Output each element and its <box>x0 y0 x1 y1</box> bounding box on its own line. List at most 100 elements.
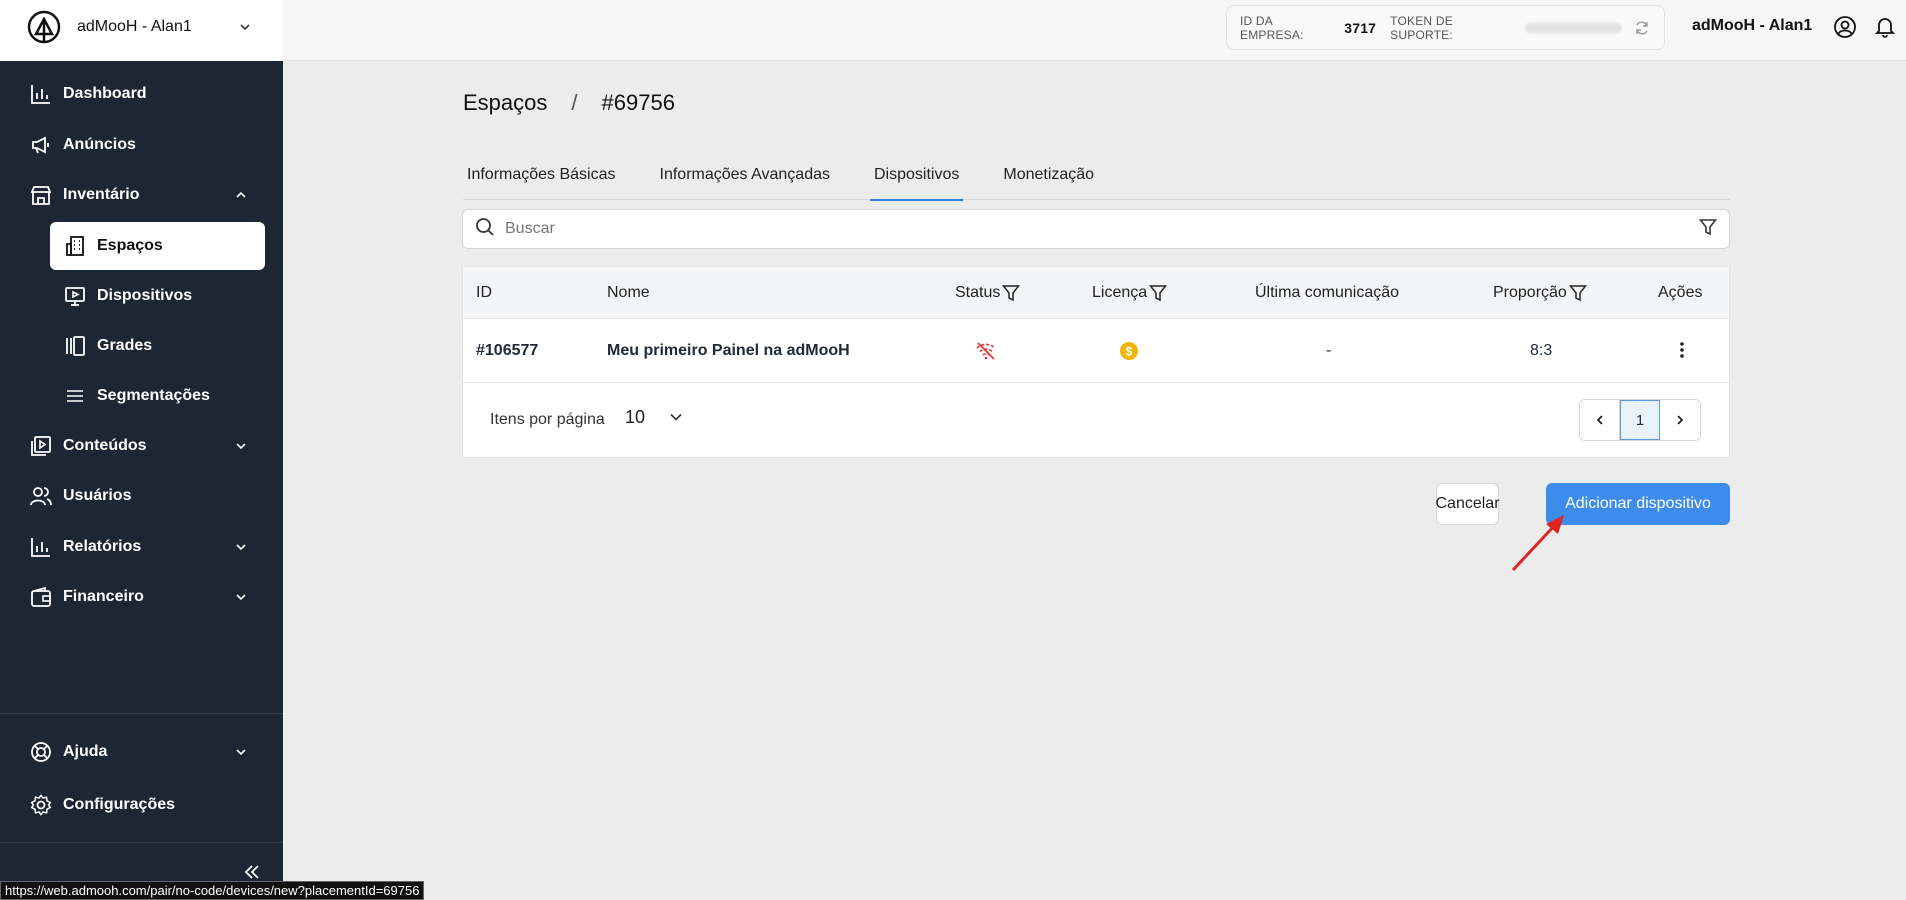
user-name[interactable]: adMooH - Alan1 <box>1692 17 1812 35</box>
sidebar-item-relatorios[interactable]: Relatórios <box>0 522 283 573</box>
chevron-down-icon[interactable] <box>668 409 684 425</box>
store-icon <box>29 183 53 207</box>
breadcrumb-current: #69756 <box>601 90 675 115</box>
sidebar-subitem-label: Espaços <box>97 236 163 254</box>
svg-text:$: $ <box>1126 345 1133 359</box>
chevron-down-icon <box>239 20 253 34</box>
bar-chart-icon <box>29 535 53 559</box>
chevron-down-icon <box>235 540 249 554</box>
filter-icon[interactable] <box>1698 218 1718 241</box>
tab-dispositivos[interactable]: Dispositivos <box>870 150 964 201</box>
add-device-button[interactable]: Adicionar dispositivo <box>1546 483 1730 525</box>
support-token-label: TOKEN DE SUPORTE: <box>1390 13 1453 42</box>
sidebar-subitem-dispositivos[interactable]: Dispositivos <box>0 271 283 321</box>
column-header-nome: Nome <box>607 267 650 319</box>
column-header-proporcao: Proporção <box>1493 267 1587 319</box>
top-header: ID DA EMPRESA: 3717 TOKEN DE SUPORTE: ad… <box>283 0 1906 61</box>
support-token-value <box>1524 22 1622 33</box>
sidebar-item-label: Dashboard <box>63 85 147 103</box>
wallet-icon <box>29 585 53 609</box>
org-switcher[interactable]: adMooH - Alan1 <box>15 5 265 49</box>
breadcrumb-separator: / <box>571 90 578 115</box>
sidebar-subitem-espacos[interactable]: Espaços <box>0 221 283 271</box>
user-circle-icon[interactable] <box>1833 15 1857 39</box>
sidebar-divider <box>0 713 283 714</box>
column-header-licenca: Licença <box>1092 267 1168 319</box>
breadcrumb: Espaços / #69756 <box>463 90 675 116</box>
column-header-label: Status <box>955 284 1001 301</box>
filter-icon[interactable] <box>1002 284 1021 302</box>
sidebar-item-usuarios[interactable]: Usuários <box>0 471 283 522</box>
devices-table: ID Nome Status Licença Última comunicaçã… <box>462 266 1730 458</box>
sidebar-item-label: Anúncios <box>63 135 136 153</box>
sidebar-subitem-label: Dispositivos <box>97 286 193 304</box>
search-icon <box>475 217 495 242</box>
building-icon <box>63 234 87 258</box>
sidebar-nav: Dashboard Anúncios Inventário Espaços Di… <box>0 69 283 623</box>
table-row[interactable]: #106577 Meu primeiro Painel na adMooH $ … <box>463 319 1729 383</box>
chevron-down-icon <box>235 439 249 453</box>
sidebar-item-inventario[interactable]: Inventário <box>0 170 283 221</box>
sidebar-item-label: Ajuda <box>63 742 108 760</box>
search-bar <box>462 209 1730 249</box>
column-header-status: Status <box>955 267 1021 319</box>
tab-informacoes-avancadas[interactable]: Informações Avançadas <box>656 150 834 200</box>
sidebar-item-label: Conteúdos <box>63 436 147 454</box>
chevron-down-icon <box>235 745 249 759</box>
sidebar-item-label: Financeiro <box>63 588 144 606</box>
wifi-off-icon <box>975 319 997 383</box>
per-page-label: Itens por página <box>490 411 605 428</box>
tab-monetizacao[interactable]: Monetização <box>999 150 1098 200</box>
column-header-label: Nome <box>607 284 650 301</box>
next-page-button[interactable] <box>1660 400 1700 440</box>
chevron-up-icon <box>235 188 249 202</box>
page-button[interactable]: 1 <box>1620 400 1660 440</box>
chevron-down-icon <box>235 590 249 604</box>
sidebar-item-configuracoes[interactable]: Configurações <box>0 778 283 831</box>
breadcrumb-parent[interactable]: Espaços <box>463 90 547 116</box>
sidebar-item-conteudos[interactable]: Conteúdos <box>0 421 283 472</box>
tab-informacoes-basicas[interactable]: Informações Básicas <box>463 150 620 200</box>
sidebar-item-dashboard[interactable]: Dashboard <box>0 69 283 120</box>
filter-icon[interactable] <box>1568 284 1587 302</box>
sidebar-subitem-label: Grades <box>97 336 153 354</box>
play-square-icon <box>29 434 53 458</box>
sidebar-subitem-segmentacoes[interactable]: Segmentações <box>0 371 283 421</box>
company-id-value: 3717 <box>1344 19 1377 36</box>
company-id-label: ID DA EMPRESA: <box>1240 13 1304 42</box>
cell-last-communication: - <box>1326 342 1332 359</box>
sidebar-subitem-grades[interactable]: Grades <box>0 321 283 371</box>
gear-icon <box>29 793 53 817</box>
org-name: adMooH - Alan1 <box>77 18 192 35</box>
cancel-button[interactable]: Cancelar <box>1435 483 1500 525</box>
sidebar: adMooH - Alan1 Dashboard Anúncios Invent… <box>0 0 283 900</box>
column-header-label: Proporção <box>1493 284 1567 301</box>
sidebar-item-ajuda[interactable]: Ajuda <box>0 725 283 778</box>
bar-chart-icon <box>29 82 53 106</box>
per-page-select[interactable]: 10 <box>625 407 645 428</box>
column-header-label: ID <box>476 284 492 301</box>
cell-id: #106577 <box>476 342 539 359</box>
column-header-label: Licença <box>1092 284 1148 301</box>
column-header-label: Ações <box>1658 284 1703 301</box>
filter-icon[interactable] <box>1149 284 1168 302</box>
admooh-logo-icon <box>27 10 61 44</box>
sidebar-item-label: Relatórios <box>63 537 142 555</box>
column-header-id: ID <box>476 267 492 319</box>
sidebar-bottom-nav: Ajuda Configurações <box>0 725 283 831</box>
tab-bar: Informações Básicas Informações Avançada… <box>463 150 1730 201</box>
menu-icon <box>63 384 87 408</box>
sidebar-item-label: Inventário <box>63 186 140 204</box>
sidebar-item-financeiro[interactable]: Financeiro <box>0 572 283 623</box>
prev-page-button[interactable] <box>1580 400 1620 440</box>
search-input[interactable] <box>505 220 1699 238</box>
more-vertical-icon[interactable] <box>1673 319 1691 383</box>
pagination-row: Itens por página 10 1 <box>463 383 1729 457</box>
bell-icon[interactable] <box>1873 14 1897 38</box>
monitor-play-icon <box>63 284 87 308</box>
refresh-icon[interactable] <box>1634 19 1651 37</box>
coin-icon: $ <box>1119 319 1139 383</box>
annotation-arrow-icon <box>1511 515 1564 572</box>
sidebar-item-anuncios[interactable]: Anúncios <box>0 120 283 171</box>
cell-name: Meu primeiro Painel na adMooH <box>607 342 850 359</box>
